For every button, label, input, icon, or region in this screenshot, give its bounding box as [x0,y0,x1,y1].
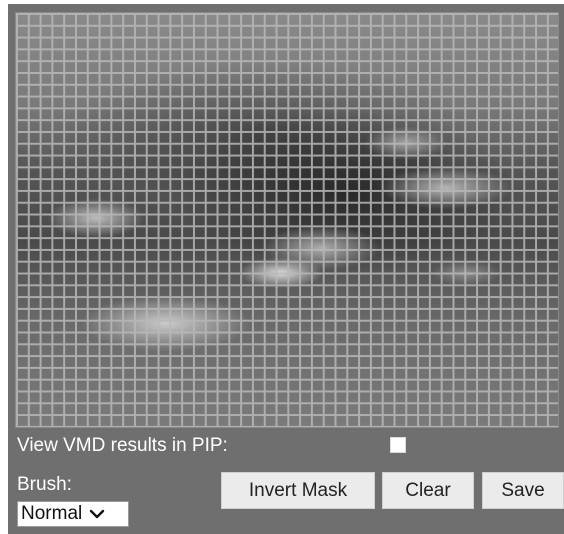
invert-mask-button[interactable]: Invert Mask [221,472,375,509]
save-button[interactable]: Save [482,472,564,509]
pip-label: View VMD results in PIP: [17,435,228,456]
brush-select[interactable]: Normal [17,501,129,527]
pip-checkbox[interactable] [390,437,406,453]
brush-select-value: Normal [21,503,83,524]
grid-overlay[interactable] [16,13,558,427]
motion-mask-panel: View VMD results in PIP: Brush: Normal I… [8,4,564,534]
clear-button[interactable]: Clear [382,472,474,509]
motion-mask-grid[interactable] [15,12,559,428]
chevron-down-icon [90,509,105,519]
brush-label: Brush: [17,474,72,495]
